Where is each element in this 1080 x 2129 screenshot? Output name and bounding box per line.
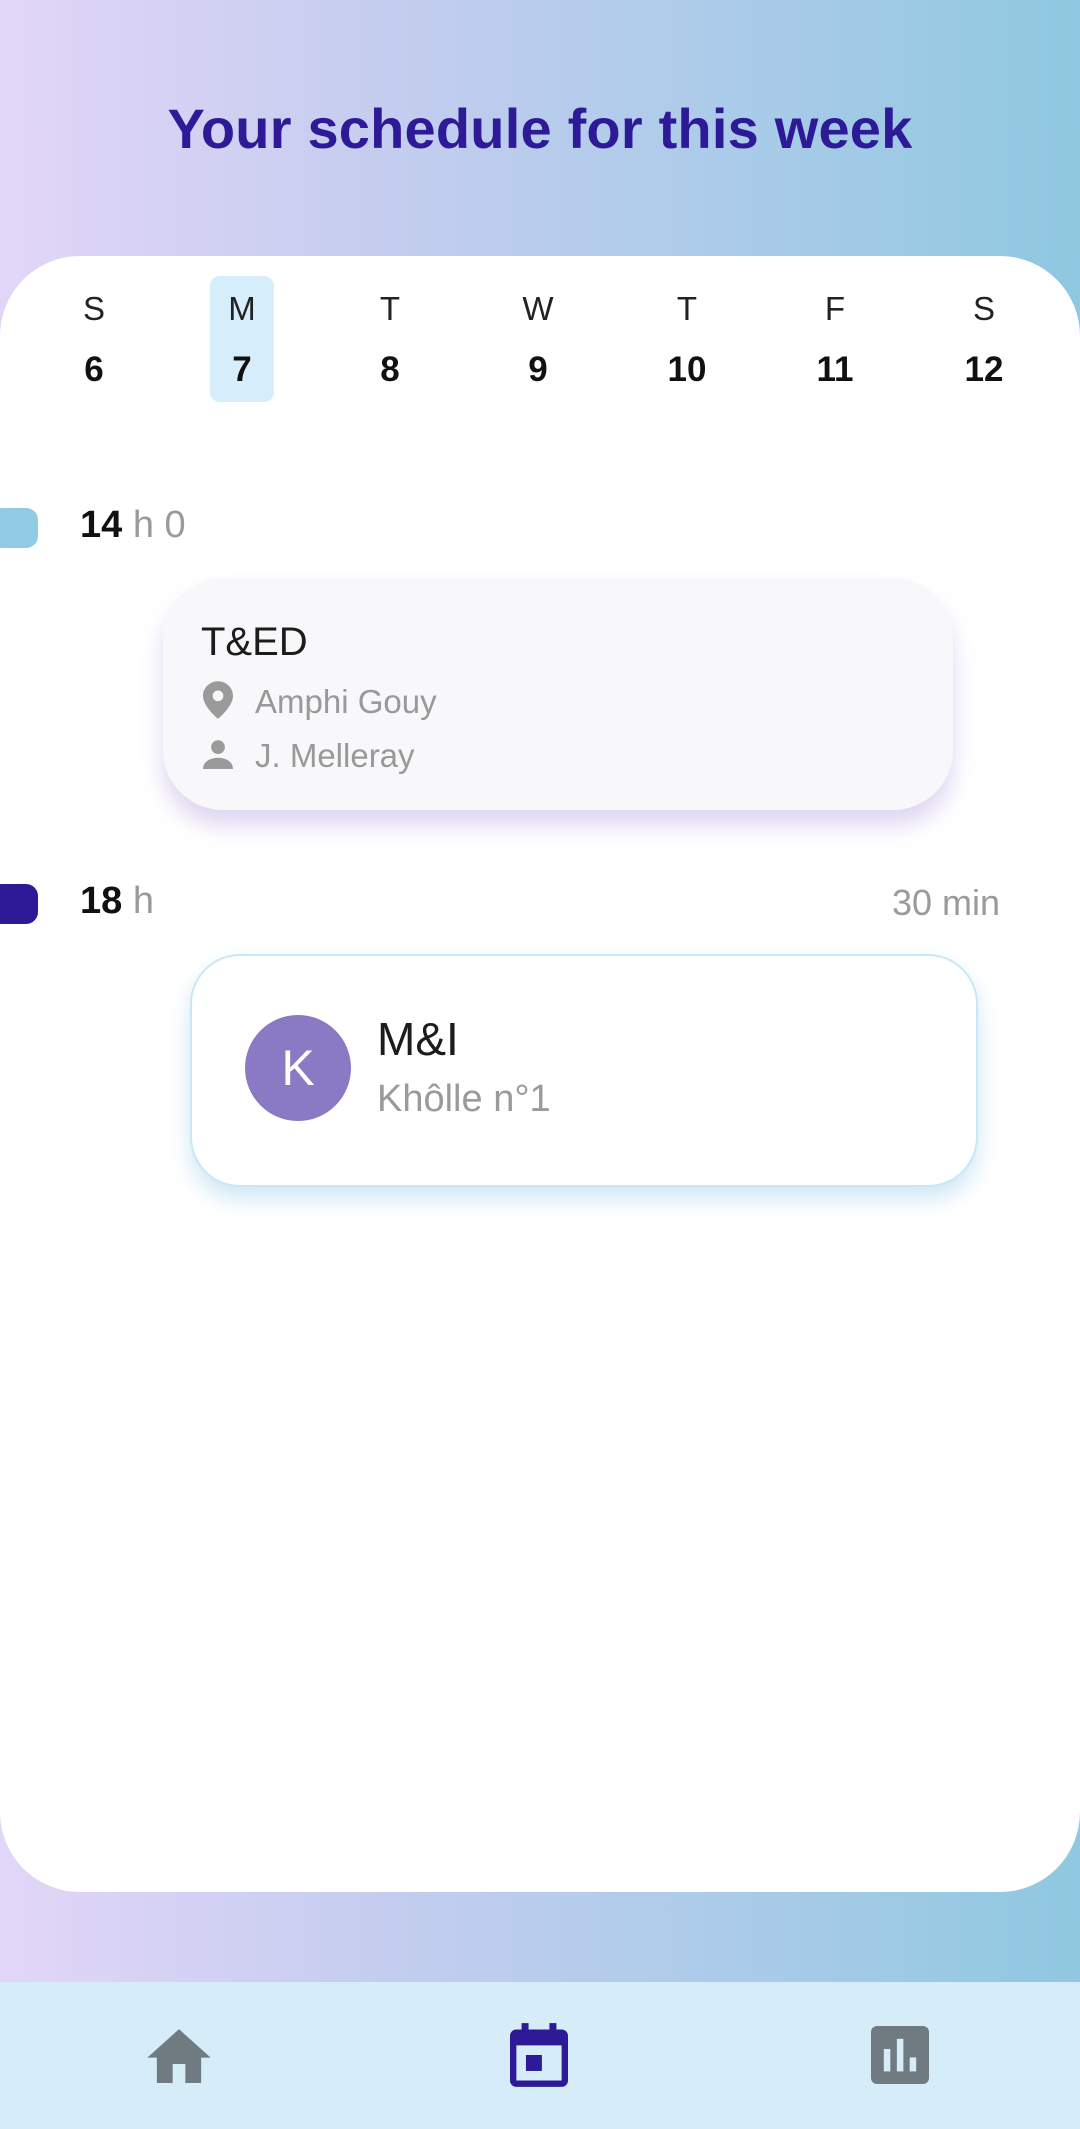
time-marker [0, 508, 38, 548]
day-monday-7[interactable]: M 7 [210, 276, 274, 402]
event-teacher: J. Melleray [203, 734, 415, 778]
home-icon [147, 2026, 211, 2089]
day-number: 12 [964, 350, 1004, 389]
duration-label: 30 min [891, 882, 1000, 923]
event-title: T&ED [201, 620, 308, 664]
day-sunday-6[interactable]: S 6 [62, 276, 126, 402]
event-location: Amphi Gouy [203, 680, 437, 724]
time-rest: h 0 [132, 504, 186, 546]
day-letter: T [379, 290, 401, 327]
time-hour: 14 [80, 504, 123, 546]
event-subtitle: Khôlle n°1 [377, 1078, 551, 1120]
day-friday-11[interactable]: F 11 [803, 276, 867, 402]
day-letter: S [972, 290, 995, 327]
location-pin-icon [203, 680, 233, 724]
teacher-text: J. Melleray [255, 737, 415, 774]
day-letter: S [82, 290, 105, 327]
time-label: 18 h [80, 880, 154, 923]
week-strip: S 6 M 7 T 8 W 9 T 10 F 11 S 12 [0, 276, 1080, 406]
person-icon [203, 739, 233, 774]
day-number: 10 [667, 350, 707, 389]
nav-home[interactable] [144, 2022, 214, 2092]
day-letter: F [824, 290, 846, 327]
day-wednesday-9[interactable]: W 9 [506, 276, 570, 402]
time-label: 14 h 0 [80, 504, 186, 547]
day-number: 9 [528, 350, 548, 389]
day-number: 8 [380, 350, 400, 389]
avatar: K [245, 1015, 351, 1121]
day-letter: W [522, 290, 554, 327]
event-title: M&I [377, 1013, 459, 1065]
day-thursday-10[interactable]: T 10 [655, 276, 719, 402]
nav-schedule[interactable] [504, 2022, 574, 2092]
time-rest: h [132, 880, 154, 922]
day-number: 6 [84, 350, 104, 389]
event-card-mi[interactable]: K M&I Khôlle n°1 [190, 954, 978, 1187]
page-title: Your schedule for this week [167, 97, 913, 160]
day-number: 11 [816, 350, 854, 389]
nav-stats[interactable] [865, 2022, 935, 2092]
bottom-navigation [0, 1982, 1080, 2129]
time-hour: 18 [80, 880, 123, 922]
day-tuesday-8[interactable]: T 8 [358, 276, 422, 402]
day-saturday-12[interactable]: S 12 [952, 276, 1016, 402]
event-card-ted[interactable]: T&ED Amphi Gouy J. Melleray [163, 578, 953, 810]
day-letter: T [676, 290, 698, 327]
schedule-card: S 6 M 7 T 8 W 9 T 10 F 11 S 12 14 h 0 T&… [0, 256, 1080, 1892]
calendar-icon [510, 2022, 568, 2092]
bar-chart-icon [871, 2025, 929, 2089]
location-text: Amphi Gouy [255, 683, 437, 720]
time-marker [0, 884, 38, 924]
day-number: 7 [232, 350, 252, 389]
day-letter: M [228, 290, 256, 327]
